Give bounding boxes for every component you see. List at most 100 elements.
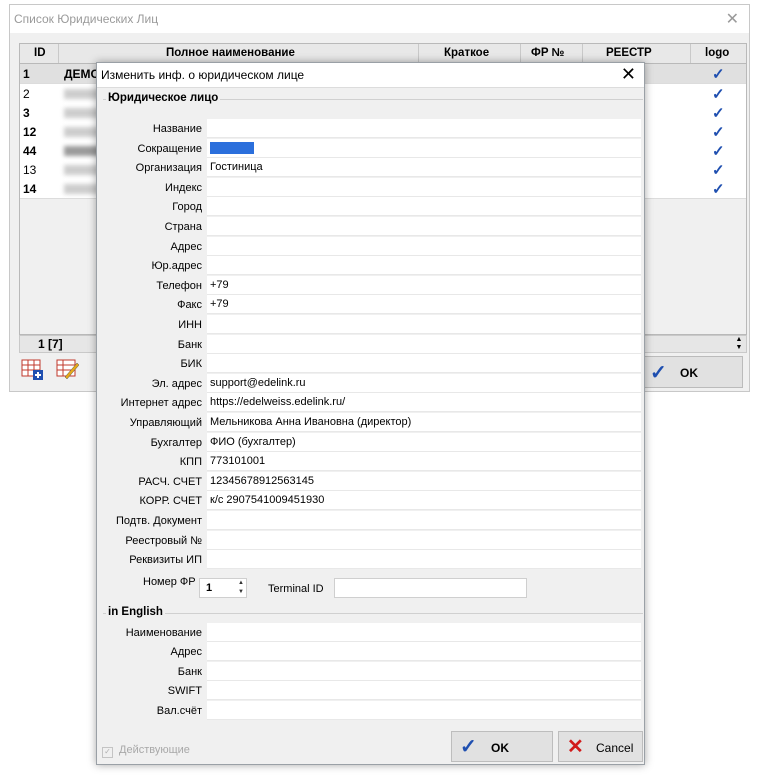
ok-button-bg[interactable]: ✓ OK	[643, 356, 743, 388]
field-input[interactable]	[207, 236, 641, 256]
checkbox-icon: ✓	[102, 747, 113, 758]
field-value: 773101001	[210, 455, 266, 468]
field-label: SWIFT	[167, 685, 202, 698]
table-header: ID Полное наименование Краткое ФР № РЕЕС…	[20, 44, 746, 64]
field-input[interactable]	[207, 197, 641, 217]
col-short[interactable]: Краткое	[444, 47, 489, 59]
form-row: Вал.счёт	[103, 700, 643, 720]
field-input[interactable]	[207, 511, 641, 530]
field-input[interactable]: 773101001	[207, 452, 641, 472]
form-row: РАСЧ. СЧЕТ 12345678912563145	[103, 471, 643, 491]
form-row: Индекс	[103, 177, 643, 197]
group-main: Юридическое лицо	[103, 92, 643, 104]
edit-record-button[interactable]	[55, 357, 85, 387]
field-label: БИК	[180, 358, 202, 371]
field-label: Организация	[135, 162, 202, 175]
field-input[interactable]: ФИО (бухгалтер)	[207, 432, 641, 452]
field-input[interactable]	[207, 354, 641, 374]
field-input[interactable]: support@edelink.ru	[207, 373, 641, 393]
field-label: КОРР. СЧЕТ	[139, 495, 202, 508]
field-input[interactable]	[207, 700, 641, 720]
close-icon[interactable]: ✕	[621, 64, 636, 85]
field-input[interactable]: +79	[207, 275, 641, 295]
field-value: к/с 2907541009451930	[210, 494, 325, 507]
terminal-id-field[interactable]	[334, 578, 527, 598]
field-input[interactable]	[207, 550, 641, 570]
edit-entity-dialog: Изменить инф. о юридическом лице ✕ Юриди…	[96, 62, 645, 765]
form-row: Интернет адрес https://edelweiss.edelink.…	[103, 393, 643, 413]
field-label: Интернет адрес	[120, 397, 202, 410]
field-input[interactable]	[207, 315, 641, 334]
field-label: Реестровый №	[125, 534, 202, 547]
form-row: Сокращение	[103, 138, 643, 158]
field-label: Бухгалтер	[150, 436, 202, 449]
form-row: Реестровый №	[103, 530, 643, 550]
field-label: Страна	[164, 221, 202, 233]
field-input[interactable]	[207, 681, 641, 701]
fr-number-value: 1	[206, 582, 213, 594]
field-input[interactable]: Мельникова Анна Ивановна (директор)	[207, 413, 641, 432]
group-english: in English	[103, 606, 643, 618]
field-input[interactable]	[207, 217, 641, 236]
field-value: 12345678912563145	[210, 474, 315, 487]
col-id[interactable]: ID	[34, 47, 46, 59]
field-label: Управляющий	[129, 417, 202, 429]
dialog-titlebar: Изменить инф. о юридическом лице ✕	[97, 63, 644, 88]
field-input[interactable]: +79	[207, 295, 641, 315]
cancel-button[interactable]: ✕ Cancel	[558, 731, 643, 762]
field-input[interactable]	[207, 661, 641, 681]
field-label: РАСЧ. СЧЕТ	[138, 475, 202, 488]
col-fr[interactable]: ФР №	[531, 47, 565, 59]
form-row: Подтв. Документ	[103, 511, 643, 530]
col-registry[interactable]: РЕЕСТР	[606, 47, 652, 59]
col-logo[interactable]: logo	[705, 47, 729, 59]
check-icon: ✓	[712, 124, 725, 141]
field-input[interactable]	[207, 119, 641, 138]
fr-number-label: Номер ФР	[143, 576, 196, 588]
field-label: КПП	[179, 456, 202, 469]
form-row: Юр.адрес	[103, 256, 643, 276]
field-input[interactable]	[207, 177, 641, 197]
row-id: 44	[23, 144, 37, 158]
form-row: КОРР. СЧЕТ к/с 2907541009451930	[103, 491, 643, 511]
field-label: Факс	[177, 299, 202, 312]
form-row: Банк	[103, 334, 643, 354]
ok-button[interactable]: ✓ OK	[451, 731, 553, 762]
field-label: Адрес	[170, 240, 203, 253]
field-input[interactable]: https://edelweiss.edelink.ru/	[207, 393, 641, 413]
field-input[interactable]	[207, 334, 641, 354]
field-input[interactable]	[207, 623, 641, 642]
field-label: Подтв. Документ	[116, 515, 202, 527]
col-full-name[interactable]: Полное наименование	[166, 47, 295, 59]
row-id: 12	[23, 125, 37, 139]
row-id: 14	[23, 182, 37, 196]
form-row: ИНН	[103, 315, 643, 334]
scroll-spin-icon[interactable]: ▲ ▼	[732, 336, 746, 352]
window-titlebar: Список Юридических Лиц ✕	[10, 5, 749, 33]
cross-icon: ✕	[567, 736, 584, 758]
field-input[interactable]	[207, 138, 641, 158]
fr-number-stepper[interactable]: 1 ▲ ▼	[199, 578, 247, 598]
dialog-title: Изменить инф. о юридическом лице	[101, 68, 305, 82]
check-icon: ✓	[712, 86, 725, 103]
stepper-arrows-icon[interactable]: ▲ ▼	[238, 579, 244, 597]
field-input[interactable]: 12345678912563145	[207, 471, 641, 491]
field-label: Банк	[177, 338, 202, 351]
form-row: Организация Гостиница	[103, 158, 643, 178]
active-checkbox[interactable]: ✓ Действующие	[102, 744, 190, 758]
field-input[interactable]: к/с 2907541009451930	[207, 491, 641, 511]
check-icon: ✓	[650, 362, 667, 384]
field-value: +79	[210, 298, 229, 311]
field-label: Юр.адрес	[151, 260, 202, 273]
add-record-button[interactable]	[20, 357, 50, 387]
field-input[interactable]	[207, 256, 641, 276]
field-input[interactable]: Гостиница	[207, 158, 641, 178]
field-input[interactable]	[207, 530, 641, 550]
field-label: Индекс	[165, 181, 202, 194]
close-icon[interactable]: ✕	[726, 9, 739, 29]
cancel-label: Cancel	[596, 741, 634, 755]
form-row: КПП 773101001	[103, 452, 643, 472]
terminal-id-label: Terminal ID	[268, 583, 324, 595]
field-label: Город	[172, 201, 202, 214]
field-input[interactable]	[207, 642, 641, 662]
